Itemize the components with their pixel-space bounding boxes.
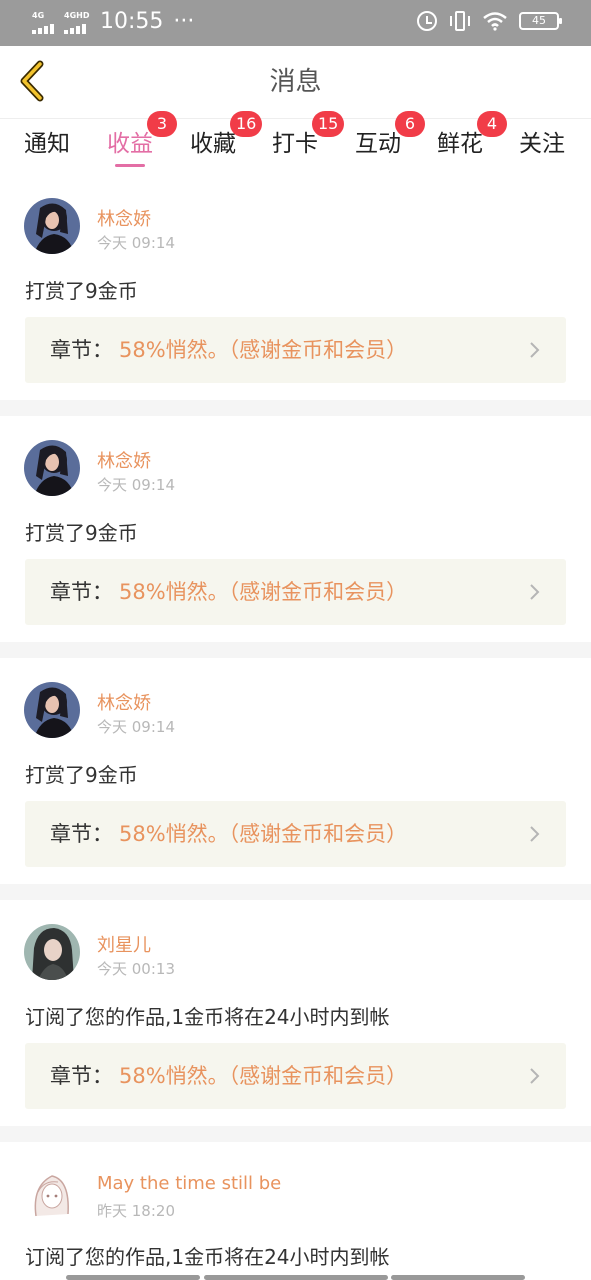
page-header: 消息	[0, 46, 591, 118]
nav-gesture-bar	[204, 1275, 388, 1280]
tab-label: 收藏	[190, 131, 236, 157]
tab-interaction[interactable]: 互动 6	[355, 111, 425, 159]
chevron-right-icon	[530, 1068, 540, 1084]
message-text: 订阅了您的作品,1金币将在24小时内到帐	[25, 1245, 390, 1269]
chapter-label: 章节：	[50, 580, 113, 604]
signal-icon-2: 4GHD	[64, 12, 90, 36]
tab-label: 打卡	[272, 131, 318, 157]
tab-label: 鲜花	[437, 131, 483, 157]
chapter-link[interactable]: 章节： 58%悄然。（感谢金币和会员）	[25, 559, 566, 625]
chevron-right-icon	[530, 826, 540, 842]
status-dots: ···	[173, 9, 195, 34]
message-text: 打赏了9金币	[25, 279, 138, 303]
status-time: 10:55	[100, 9, 164, 34]
tab-follow[interactable]: 关注	[519, 129, 565, 159]
tab-label: 通知	[24, 131, 70, 157]
chapter-label: 章节：	[50, 822, 113, 846]
count-badge: 4	[477, 111, 507, 137]
message-time: 今天 00:13	[97, 960, 175, 978]
divider	[0, 642, 591, 658]
message-time: 今天 09:14	[97, 718, 175, 736]
chapter-label: 章节：	[50, 338, 113, 362]
tab-bar: 通知 收益 3 收藏 16 打卡 15 互动 6 鲜花 4 关注	[0, 111, 591, 174]
tab-label: 互动	[355, 131, 401, 157]
chapter-link[interactable]: 章节： 58%悄然。（感谢金币和会员）	[25, 1043, 566, 1109]
message-time: 今天 09:14	[97, 234, 175, 252]
tab-label: 收益	[107, 131, 153, 157]
count-badge: 3	[147, 111, 177, 137]
chapter-title: 58%悄然。（感谢金币和会员）	[119, 338, 408, 362]
active-tab-indicator	[115, 164, 145, 167]
count-badge: 6	[395, 111, 425, 137]
message-item[interactable]: 刘星儿 今天 00:13 订阅了您的作品,1金币将在24小时内到帐 章节： 58…	[0, 900, 591, 1126]
avatar[interactable]	[24, 198, 80, 254]
wifi-icon	[483, 12, 507, 31]
tab-favorites[interactable]: 收藏 16	[190, 111, 263, 159]
divider	[0, 884, 591, 900]
user-name[interactable]: 林念娇	[97, 447, 151, 473]
chevron-right-icon	[530, 584, 540, 600]
avatar[interactable]	[24, 924, 80, 980]
chapter-title: 58%悄然。（感谢金币和会员）	[119, 580, 408, 604]
alarm-icon	[417, 11, 437, 31]
chapter-link[interactable]: 章节： 58%悄然。（感谢金币和会员）	[25, 317, 566, 383]
avatar[interactable]	[24, 1166, 80, 1222]
page-title: 消息	[269, 67, 322, 97]
battery-level: 45	[532, 14, 546, 27]
user-name[interactable]: 林念娇	[97, 689, 151, 715]
tab-earnings[interactable]: 收益 3	[107, 111, 177, 159]
divider	[0, 1126, 591, 1142]
chapter-link[interactable]: 章节： 58%悄然。（感谢金币和会员）	[25, 801, 566, 867]
user-name[interactable]: May the time still be	[97, 1173, 281, 1194]
user-name[interactable]: 刘星儿	[97, 931, 151, 957]
message-time: 今天 09:14	[97, 476, 175, 494]
divider	[0, 400, 591, 416]
message-item[interactable]: 林念娇 今天 09:14 打赏了9金币 章节： 58%悄然。（感谢金币和会员）	[0, 416, 591, 642]
chapter-title: 58%悄然。（感谢金币和会员）	[119, 822, 408, 846]
chapter-title: 58%悄然。（感谢金币和会员）	[119, 1064, 408, 1088]
chevron-right-icon	[530, 342, 540, 358]
message-item[interactable]: 林念娇 今天 09:14 打赏了9金币 章节： 58%悄然。（感谢金币和会员）	[0, 174, 591, 400]
message-text: 打赏了9金币	[25, 521, 138, 545]
nav-gesture-bar	[66, 1275, 200, 1280]
tab-label: 关注	[519, 131, 565, 157]
avatar[interactable]	[24, 440, 80, 496]
message-time: 昨天 18:20	[97, 1202, 175, 1220]
user-name[interactable]: 林念娇	[97, 205, 151, 231]
chapter-label: 章节：	[50, 1064, 113, 1088]
message-text: 打赏了9金币	[25, 763, 138, 787]
battery-icon: 45	[519, 12, 562, 30]
count-badge: 16	[230, 111, 263, 137]
avatar[interactable]	[24, 682, 80, 738]
tab-flowers[interactable]: 鲜花 4	[437, 111, 507, 159]
status-bar: 4G 4GHD 10:55 ··· 45	[0, 0, 591, 46]
nav-gesture-bar	[391, 1275, 525, 1280]
vibrate-icon	[449, 10, 471, 32]
count-badge: 15	[312, 111, 345, 137]
signal-icon: 4G	[32, 12, 58, 36]
message-item[interactable]: 林念娇 今天 09:14 打赏了9金币 章节： 58%悄然。（感谢金币和会员）	[0, 658, 591, 884]
message-text: 订阅了您的作品,1金币将在24小时内到帐	[25, 1005, 390, 1029]
message-item[interactable]: May the time still be 昨天 18:20 订阅了您的作品,1…	[0, 1142, 591, 1280]
tab-checkin[interactable]: 打卡 15	[272, 111, 345, 159]
tab-notifications[interactable]: 通知	[24, 129, 70, 159]
